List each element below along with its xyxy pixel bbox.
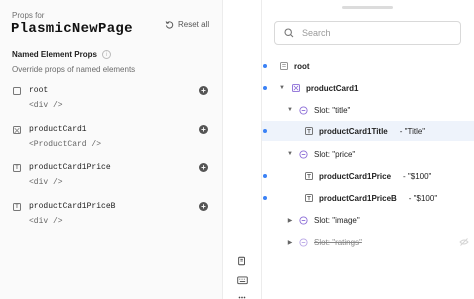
tree-node-label: productCard1PriceB <box>319 193 397 203</box>
prop-item-productCard1PriceB: T productCard1PriceB <div /> + <box>0 201 222 235</box>
prop-item-root: root <div /> + <box>0 85 222 119</box>
chevron-right-icon[interactable]: ▶ <box>287 239 293 246</box>
keyboard-icon[interactable] <box>236 275 248 285</box>
prop-name: productCard1 <box>29 125 87 134</box>
tree-node-label: Slot: "image" <box>314 215 360 225</box>
tree-node-label: Slot: "price" <box>314 149 356 159</box>
prop-name: productCard1Price <box>29 163 111 172</box>
text-icon <box>304 172 313 181</box>
text-icon <box>304 194 313 203</box>
tree-node-hint: - "$100" <box>408 193 438 203</box>
info-icon[interactable]: i <box>101 50 111 59</box>
tree-node-hint: - "$100" <box>403 171 432 181</box>
component-icon <box>13 126 21 134</box>
tree-node-root[interactable]: root <box>262 56 474 76</box>
reset-all-label: Reset all <box>178 20 210 29</box>
prop-name: productCard1PriceB <box>29 202 116 211</box>
tree-node-slot-price[interactable]: ▼ Slot: "price" <box>262 144 474 164</box>
add-prop-button[interactable]: + <box>199 202 208 211</box>
tree-node-slot-image[interactable]: ▶ Slot: "image" <box>262 210 474 230</box>
prop-tag: <div /> <box>29 217 63 226</box>
prop-tag: <div /> <box>29 101 63 110</box>
tree-node-label: productCard1Price <box>319 171 392 181</box>
tree-node-slot-ratings[interactable]: ▶ Slot: "ratings" <box>262 232 474 252</box>
tree-node-hint: - "Title" <box>399 126 426 136</box>
component-icon <box>291 84 300 93</box>
add-prop-button[interactable]: + <box>199 125 208 134</box>
drag-handle[interactable] <box>342 6 393 9</box>
section-title: Named Element Props i <box>12 50 111 59</box>
section-subtitle: Override props of named elements <box>12 65 136 74</box>
prop-item-productCard1: productCard1 <ProductCard /> + <box>0 124 222 158</box>
outline-panel: root ▼ productCard1 ▼ Slot: "title" prod… <box>261 0 474 299</box>
box-icon <box>13 87 21 95</box>
tree-node-label: Slot: "ratings" <box>314 237 362 247</box>
tree-node-productCard1Title[interactable]: productCard1Title - "Title" <box>262 121 474 141</box>
tree-node-slot-title[interactable]: ▼ Slot: "title" <box>262 100 474 120</box>
tree-node-label: productCard1 <box>306 83 359 93</box>
layers-icon[interactable] <box>236 256 248 266</box>
hidden-icon[interactable] <box>459 237 469 247</box>
chevron-down-icon[interactable]: ▼ <box>287 107 293 113</box>
search-box[interactable] <box>274 21 461 45</box>
slot-icon <box>299 149 308 159</box>
chevron-down-icon[interactable]: ▼ <box>287 151 293 157</box>
add-prop-button[interactable]: + <box>199 163 208 172</box>
selection-dot <box>263 129 267 133</box>
search-input[interactable] <box>302 28 452 38</box>
chevron-right-icon[interactable]: ▶ <box>287 217 293 224</box>
slot-icon <box>299 105 308 115</box>
text-icon <box>304 127 313 136</box>
search-icon <box>284 28 294 38</box>
reset-icon <box>165 21 174 29</box>
frame-icon <box>279 62 288 71</box>
props-for-label: Props for <box>12 11 45 20</box>
prop-tag: <div /> <box>29 178 63 187</box>
tree-node-productCard1Price[interactable]: productCard1Price - "$100" <box>262 166 474 186</box>
tree-node-label: productCard1Title <box>319 126 388 136</box>
prop-item-productCard1Price: T productCard1Price <div /> + <box>0 162 222 196</box>
tree-node-productCard1PriceB[interactable]: productCard1PriceB - "$100" <box>262 188 474 208</box>
more-icon[interactable] <box>236 292 248 299</box>
chevron-down-icon[interactable]: ▼ <box>279 85 285 91</box>
slot-icon <box>299 237 308 247</box>
reset-all-button[interactable]: Reset all <box>165 20 209 29</box>
prop-name: root <box>29 86 49 95</box>
text-icon: T <box>13 164 21 172</box>
prop-tag: <ProductCard /> <box>29 140 102 149</box>
add-prop-button[interactable]: + <box>199 86 208 95</box>
side-toolbar <box>223 0 261 299</box>
slot-icon <box>299 215 308 225</box>
tree-node-label: Slot: "title" <box>314 105 351 115</box>
props-panel: Props for PlasmicNewPage Reset all Named… <box>0 0 222 299</box>
section-title-text: Named Element Props <box>12 50 97 59</box>
tree-node-productCard1[interactable]: ▼ productCard1 <box>262 78 474 98</box>
page-title: PlasmicNewPage <box>11 21 133 37</box>
tree-node-label: root <box>294 61 310 71</box>
text-icon: T <box>13 203 21 211</box>
